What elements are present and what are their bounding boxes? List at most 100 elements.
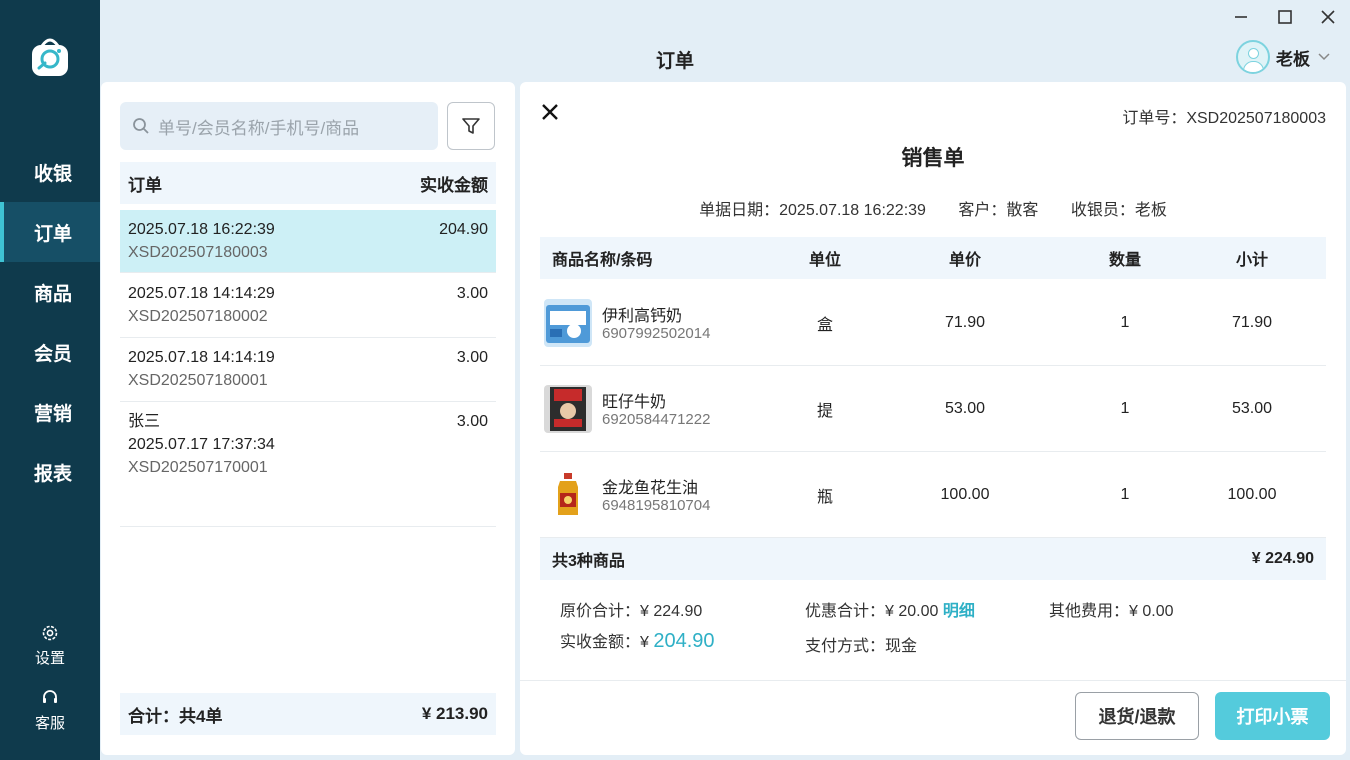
items-total: ¥ 224.90 [1251,550,1314,567]
item-subtotal: 71.90 [1231,313,1273,331]
received-currency: ¥ [640,634,649,651]
sidebar-item-label: 商品 [34,283,73,305]
settings-label: 设置 [34,650,65,667]
product-image [544,385,592,433]
close-icon[interactable] [540,102,560,122]
search-input[interactable]: 单号/会员名称/手机号/商品 [120,102,438,150]
customer-service-label: 客服 [34,715,65,732]
filter-button[interactable] [447,102,495,150]
col-subtotal: 小计 [1235,252,1268,269]
received-value: 204.90 [653,630,715,652]
document-meta: 单据日期：2025.07.18 16:22:39 客户：散客 收银员：老板 [520,196,1346,220]
gear-icon [42,625,58,641]
product-name: 金龙鱼花生油 [602,480,699,497]
discount-label: 优惠合计： [805,603,886,620]
sidebar-item-members[interactable]: 会员 [0,322,100,382]
sidebar-item-cashier[interactable]: 收银 [0,142,100,202]
product-image [544,299,592,347]
item-qty: 1 [1120,485,1130,503]
product-barcode: 6907992502014 [602,325,711,342]
order-number: XSD202507180003 [128,244,268,261]
original-total-label: 原价合计： [560,603,641,620]
discount-detail-link[interactable]: 明细 [943,603,975,620]
minimize-icon[interactable] [1230,6,1252,28]
refund-button[interactable]: 退货/退款 [1075,692,1199,740]
item-subtotal: 100.00 [1227,485,1277,503]
product-barcode: 6948195810704 [602,497,711,514]
header-order: 订单 [128,175,162,195]
item-price: 53.00 [944,399,986,417]
order-number-label: 订单号：XSD202507180003 [1122,110,1326,127]
maximize-icon[interactable] [1274,6,1296,28]
sidebar-item-label: 会员 [34,343,73,365]
sidebar: 收银 订单 商品 会员 营销 报表 设置 客服 [0,0,100,760]
chevron-down-icon [1318,53,1330,61]
col-name: 商品名称/条码 [552,252,653,269]
item-subtotal: 53.00 [1231,399,1273,417]
original-total: 原价合计：¥ 224.90 [560,597,702,621]
order-amount: 3.00 [456,285,488,302]
order-amount: 3.00 [456,413,488,430]
product-barcode: 6920584471222 [602,411,711,428]
print-receipt-button[interactable]: 打印小票 [1215,692,1330,740]
original-total-value: ¥ 224.90 [640,603,703,620]
order-amount: 3.00 [456,349,488,366]
order-row[interactable]: 2025.07.18 14:14:29 3.00 XSD202507180002 [120,274,496,338]
order-count-total: 合计：共4单 [128,706,223,726]
item-qty: 1 [1120,399,1130,417]
payment-value: 现金 [885,638,918,655]
customer-service-button[interactable]: 客服 [0,688,100,733]
filter-icon [462,118,480,134]
col-price: 单价 [948,252,981,269]
search-placeholder: 单号/会员名称/手机号/商品 [158,118,360,138]
table-row: 旺仔牛奶 6920584471222 提 53.00 1 53.00 [540,366,1326,452]
order-list-panel: 单号/会员名称/手机号/商品 订单 实收金额 2025.07.18 16:22:… [101,82,515,755]
item-price: 71.90 [944,313,986,331]
order-row[interactable]: 张三 3.00 2025.07.17 17:37:34 XSD2025071700… [120,402,496,527]
received-label: 实收金额： [560,634,641,651]
items-table-header: 商品名称/条码 单位 单价 数量 小计 [540,237,1326,279]
product-image [544,471,592,519]
order-row[interactable]: 2025.07.18 14:14:19 3.00 XSD202507180001 [120,338,496,402]
discount-total: 优惠合计：¥ 20.00 明细 [805,597,975,621]
document-date: 单据日期：2025.07.18 16:22:39 [699,202,926,219]
product-name: 伊利高钙奶 [602,308,683,325]
col-unit: 单位 [808,252,841,269]
product-name: 旺仔牛奶 [602,394,667,411]
item-unit: 提 [816,402,833,420]
avatar [1236,40,1270,74]
search-icon [133,118,149,134]
received-amount: 实收金额：¥ 204.90 [560,628,715,653]
settings-button[interactable]: 设置 [0,623,100,668]
sidebar-item-marketing[interactable]: 营销 [0,382,100,442]
order-list-footer: 合计：共4单 ¥ 213.90 [120,693,496,735]
order-number: XSD202507180002 [128,308,268,325]
close-window-icon[interactable] [1317,6,1339,28]
other-fees: 其他费用：¥ 0.00 [1049,597,1174,621]
user-menu[interactable]: 老板 [1236,40,1330,74]
order-customer: 张三 [128,413,161,430]
sidebar-item-label: 订单 [34,223,73,245]
user-name: 老板 [1276,49,1310,69]
items-count: 共3种商品 [552,553,625,570]
order-datetime: 2025.07.18 14:14:29 [128,285,275,302]
order-datetime: 2025.07.17 17:37:34 [128,436,275,453]
document-title: 销售单 [901,147,965,170]
order-number: XSD202507180001 [128,372,268,389]
table-row: 金龙鱼花生油 6948195810704 瓶 100.00 1 100.00 [540,452,1326,538]
app-logo-icon [29,36,71,78]
sidebar-item-label: 收银 [34,163,73,185]
order-row[interactable]: 2025.07.18 16:22:39 204.90 XSD20250718000… [120,210,496,273]
divider [520,680,1346,681]
page-title: 订单 [655,51,694,72]
item-qty: 1 [1120,313,1130,331]
sidebar-item-orders[interactable]: 订单 [0,202,100,262]
order-amount-total: ¥ 213.90 [421,704,488,723]
sidebar-item-goods[interactable]: 商品 [0,262,100,322]
document-customer: 客户：散客 [958,202,1039,219]
col-qty: 数量 [1108,252,1141,269]
other-fees-label: 其他费用： [1049,603,1130,620]
payment-label: 支付方式： [805,638,886,655]
order-detail-panel: 订单号：XSD202507180003 销售单 单据日期：2025.07.18 … [520,82,1346,755]
sidebar-item-reports[interactable]: 报表 [0,442,100,502]
